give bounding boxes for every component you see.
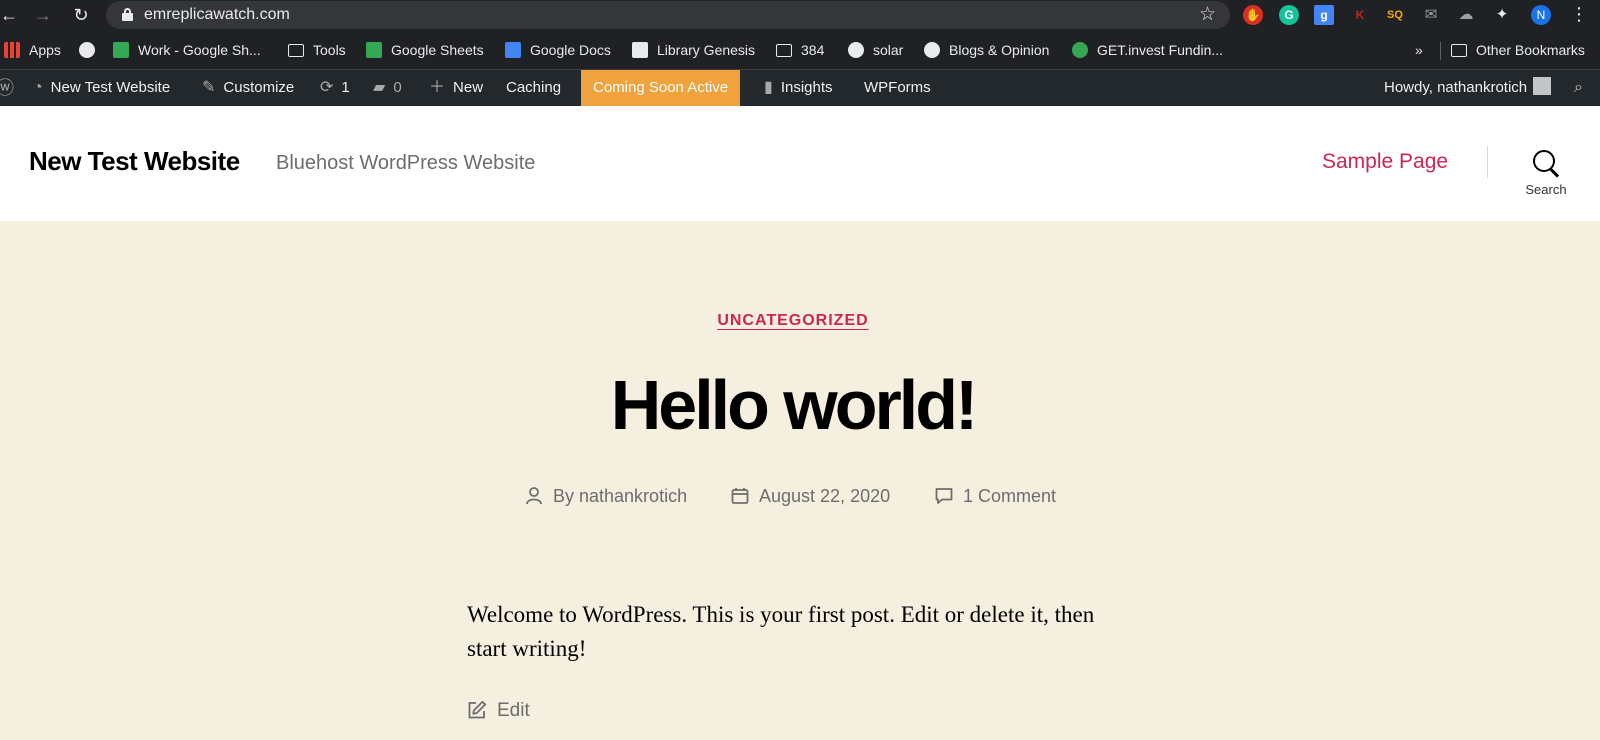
comments-link[interactable]: 1 Comment	[963, 486, 1056, 506]
address-bar[interactable]: emreplicawatch.com ☆	[106, 1, 1230, 29]
folder-icon	[288, 44, 304, 57]
admin-insights[interactable]: ▮ Insights	[764, 70, 833, 106]
bookmark-star-icon[interactable]: ☆	[1199, 3, 1216, 26]
search-icon-handle	[1549, 168, 1560, 178]
bar-chart-icon: ▮	[764, 79, 773, 96]
edit-post-link[interactable]: Edit	[467, 700, 530, 722]
google-extension-icon[interactable]: g	[1314, 5, 1334, 25]
updates-icon: ⟳	[320, 79, 334, 96]
calendar-icon	[731, 488, 749, 504]
profile-avatar[interactable]: N	[1531, 5, 1551, 25]
plus-icon: ＋	[429, 79, 446, 96]
bookmark-other-bookmarks[interactable]: Other Bookmarks	[1451, 40, 1585, 60]
search-label: Search	[1525, 182, 1567, 197]
puzzle-extensions-icon[interactable]: ✦	[1492, 5, 1512, 25]
forward-arrow-icon[interactable]: →	[32, 4, 54, 26]
bookmark-google-sheets[interactable]: Google Sheets	[366, 40, 484, 60]
mail-extension-icon[interactable]: ✉	[1421, 5, 1441, 25]
folder-icon	[776, 44, 792, 57]
admin-search-icon[interactable]: ⌕	[1574, 70, 1591, 106]
bookmark-globe[interactable]	[79, 40, 104, 60]
url-text[interactable]: emreplicawatch.com	[144, 6, 290, 24]
post-comments: 1 Comment	[935, 484, 1056, 508]
person-icon	[526, 487, 542, 505]
wp-admin-bar: ⓦ ◔ New Test Website ✎ Customize ⟳ 1 ▰ 0 ＋ Ne…	[0, 70, 1600, 106]
bookmarks-divider	[1440, 42, 1441, 60]
google-docs-icon	[505, 42, 521, 58]
reload-icon[interactable]: ↻	[70, 4, 92, 26]
sq-extension-icon[interactable]: SQ	[1385, 5, 1405, 25]
bookmark-384[interactable]: 384	[776, 40, 824, 60]
bookmark-library-genesis[interactable]: Library Genesis	[632, 40, 755, 60]
post-category: UNCATEGORIZED	[0, 312, 1586, 330]
admin-wpforms[interactable]: WPForms	[864, 70, 931, 106]
getinvest-icon	[1072, 42, 1088, 58]
author-link[interactable]: By nathankrotich	[553, 486, 687, 506]
nav-sample-page[interactable]: Sample Page	[1322, 150, 1448, 174]
bookmark-work-google-sheets[interactable]: Work - Google Sh...	[113, 40, 261, 60]
bookmark-google-docs[interactable]: Google Docs	[505, 40, 611, 60]
lock-icon	[122, 8, 133, 21]
globe-icon	[79, 42, 95, 58]
comment-icon	[935, 488, 953, 504]
admin-customize[interactable]: ✎ Customize	[202, 70, 294, 106]
dashboard-gauge-icon: ◔	[33, 79, 43, 96]
more-menu-icon[interactable]: ⋮	[1570, 4, 1588, 25]
admin-caching[interactable]: Caching	[506, 70, 561, 106]
post-author: By nathankrotich	[525, 484, 687, 508]
google-sheets-icon	[366, 42, 382, 58]
site-header: New Test Website Bluehost WordPress Webs…	[0, 106, 1600, 221]
apps-grid-icon	[4, 42, 20, 58]
site-description: Bluehost WordPress Website	[276, 152, 536, 174]
google-sheets-icon	[113, 42, 129, 58]
globe-icon	[848, 42, 864, 58]
bookmark-tools[interactable]: Tools	[288, 40, 346, 60]
folder-icon	[1451, 44, 1467, 57]
header-divider	[1487, 146, 1488, 178]
admin-updates[interactable]: ⟳ 1	[320, 70, 350, 106]
bookmark-blogs-opinion[interactable]: Blogs & Opinion	[924, 40, 1049, 60]
globe-icon	[924, 42, 940, 58]
admin-howdy-account[interactable]: Howdy, nathankrotich	[1384, 70, 1552, 106]
post-date: August 22, 2020	[731, 484, 890, 508]
bookmark-apps[interactable]: Apps	[4, 40, 61, 60]
date-link[interactable]: August 22, 2020	[759, 486, 890, 506]
paintbrush-icon: ✎	[202, 79, 216, 96]
wordpress-logo-icon[interactable]: ⓦ	[0, 70, 22, 106]
k-extension-icon[interactable]: K	[1350, 5, 1370, 25]
back-arrow-icon[interactable]: ←	[0, 4, 20, 26]
bookmarks-overflow-button[interactable]: »	[1415, 40, 1423, 60]
post-title: Hello world!	[610, 366, 979, 444]
cloud-extension-icon[interactable]: ☁	[1456, 5, 1476, 25]
bookmarks-bar: Apps Work - Google Sh... Tools Google Sh…	[0, 30, 1600, 70]
grammarly-extension-icon[interactable]: G	[1279, 5, 1299, 25]
admin-site-name[interactable]: ◔ New Test Website	[33, 70, 170, 106]
library-icon	[632, 42, 648, 58]
site-title[interactable]: New Test Website	[29, 146, 240, 177]
adblock-extension-icon[interactable]: ✋	[1243, 5, 1263, 25]
comment-bubble-icon: ▰	[373, 79, 386, 96]
bookmark-solar[interactable]: solar	[848, 40, 903, 60]
admin-comments[interactable]: ▰ 0	[373, 70, 402, 106]
avatar	[1533, 77, 1552, 95]
category-link[interactable]: UNCATEGORIZED	[717, 312, 868, 329]
edit-pencil-icon	[468, 700, 487, 719]
search-toggle-button[interactable]: Search	[1516, 146, 1576, 206]
browser-toolbar: ← → ↻ emreplicawatch.com ☆ ✋ G g K SQ ✉ …	[0, 0, 1600, 30]
admin-new[interactable]: ＋ New	[429, 70, 483, 106]
bookmark-getinvest[interactable]: GET.invest Fundin...	[1072, 40, 1223, 60]
admin-coming-soon-badge[interactable]: Coming Soon Active	[581, 70, 741, 106]
post-content: Welcome to WordPress. This is your first…	[467, 602, 1095, 661]
